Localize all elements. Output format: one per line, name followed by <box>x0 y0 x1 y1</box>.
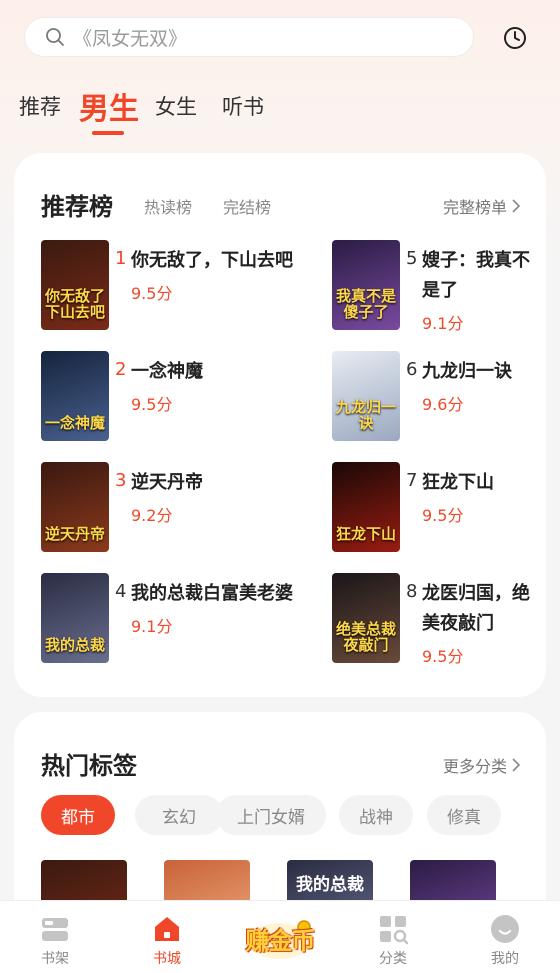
book-score: 9.5分 <box>131 284 173 303</box>
hot-tags-title: 热门标签 <box>41 752 137 780</box>
full-ranking-label: 完整榜单 <box>442 198 507 217</box>
book-title[interactable]: 逆天丹帝 <box>131 468 317 498</box>
ranking-book-item[interactable]: 我真不是 傻子了 5 嫂子：我真不是了 9.1分 <box>332 240 546 333</box>
book-cover[interactable]: 我的总裁 <box>41 573 109 663</box>
ranking-book-item[interactable]: 绝美总裁 夜敲门 8 龙医归国，绝美夜敲门 9.5分 <box>332 573 546 666</box>
nav-bookstore-label: 书城 <box>153 951 181 967</box>
tab-hot-reading[interactable]: 热读榜 <box>144 194 192 218</box>
ranking-book-item[interactable]: 狂龙下山 7 狂龙下山 9.5分 <box>332 462 546 554</box>
active-tab-indicator <box>92 131 124 135</box>
nav-earn-coins[interactable]: 赚金币 <box>240 915 320 963</box>
ranking-book-item[interactable]: 逆天丹帝 3 逆天丹帝 9.2分 <box>41 462 321 554</box>
tab-completed[interactable]: 完结榜 <box>223 194 271 218</box>
book-score: 9.5分 <box>131 395 173 414</box>
bottom-nav: 书架 书城 赚金币 分类 我的 <box>0 900 560 973</box>
search-bar[interactable]: 《凤女无双》 <box>24 17 474 57</box>
tag-chip[interactable]: 战神 <box>339 795 413 835</box>
book-cover[interactable]: 绝美总裁 夜敲门 <box>332 573 400 663</box>
search-icon <box>46 28 64 46</box>
book-cover-title: 狂龙下山 <box>336 525 397 543</box>
book-title[interactable]: 嫂子：我真不是了 <box>422 246 546 306</box>
ranking-book-item[interactable]: 你无敌了 下山去吧 1 你无敌了，下山去吧 9.5分 <box>41 240 321 332</box>
category-icon <box>380 916 409 945</box>
chevron-right-icon <box>512 199 521 213</box>
book-score: 9.2分 <box>131 506 173 525</box>
search-placeholder: 《凤女无双》 <box>73 27 188 50</box>
book-cover[interactable]: 你无敌了 下山去吧 <box>41 240 109 330</box>
book-cover[interactable]: 九龙归一诀 <box>332 351 400 441</box>
ranking-book-item[interactable]: 一念神魔 2 一念神魔 9.5分 <box>41 351 321 443</box>
more-categories-link[interactable]: 更多分类 <box>443 753 521 777</box>
book-rank-number: 7 <box>406 470 418 491</box>
book-cover-title: 九龙归一诀 <box>336 398 397 432</box>
book-rank-number: 3 <box>115 470 127 491</box>
ranking-book-item[interactable]: 我的总裁 4 我的总裁白富美老婆 9.1分 <box>41 573 321 665</box>
tag-chip[interactable]: 修真 <box>427 795 501 835</box>
tag-list: 都市 玄幻 上门女婿 战神 修真 <box>41 795 546 835</box>
book-rank-number: 6 <box>406 359 418 380</box>
book-score: 9.5分 <box>422 647 464 666</box>
book-cover[interactable]: 一念神魔 <box>41 351 109 441</box>
book-cover[interactable]: 狂龙下山 <box>332 462 400 552</box>
book-cover[interactable]: 逆天丹帝 <box>41 462 109 552</box>
tab-audiobook[interactable]: 听书 <box>222 91 264 121</box>
nav-bookshelf-label: 书架 <box>41 951 69 967</box>
profile-icon <box>491 915 519 943</box>
tag-chip[interactable]: 玄幻 <box>135 795 223 835</box>
book-cover-title: 一念神魔 <box>45 414 106 432</box>
nav-category[interactable]: 分类 <box>353 901 433 973</box>
top-bar: 《凤女无双》 <box>24 17 560 57</box>
earn-coins-label: 赚金币 <box>245 927 316 955</box>
nav-bookstore[interactable]: 书城 <box>127 901 207 973</box>
book-score: 9.1分 <box>422 314 464 333</box>
ranking-book-item[interactable]: 九龙归一诀 6 九龙归一诀 9.6分 <box>332 351 546 443</box>
book-title[interactable]: 龙医归国，绝美夜敲门 <box>422 579 546 639</box>
nav-category-label: 分类 <box>379 951 407 967</box>
ranking-title[interactable]: 推荐榜 <box>41 187 113 222</box>
nav-profile-label: 我的 <box>491 951 519 967</box>
book-rank-number: 2 <box>115 359 127 380</box>
book-title[interactable]: 九龙归一诀 <box>422 357 546 387</box>
book-title[interactable]: 一念神魔 <box>131 357 317 387</box>
ranking-header: 推荐榜 热读榜 完结榜 完整榜单 <box>41 187 521 222</box>
book-cover-title: 你无敌了 下山去吧 <box>45 287 106 321</box>
book-score: 9.5分 <box>422 506 464 525</box>
book-title[interactable]: 狂龙下山 <box>422 468 546 498</box>
nav-profile[interactable]: 我的 <box>465 901 545 973</box>
book-rank-number: 8 <box>406 581 418 602</box>
book-cover[interactable]: 我真不是 傻子了 <box>332 240 400 330</box>
tag-book-cover-title: 我的总裁 <box>296 875 364 895</box>
book-rank-number: 5 <box>406 248 418 269</box>
book-cover-title: 我真不是 傻子了 <box>336 287 397 321</box>
book-rank-number: 1 <box>115 248 127 269</box>
book-cover-title: 逆天丹帝 <box>45 525 106 543</box>
tag-chip[interactable]: 都市 <box>41 795 115 835</box>
bookstore-icon <box>155 917 179 941</box>
ranking-card: 推荐榜 热读榜 完结榜 完整榜单 你无敌了 下山去吧 1 你无敌了，下山去吧 9.5分… <box>14 153 546 697</box>
book-rank-number: 4 <box>115 581 127 602</box>
more-categories-label: 更多分类 <box>442 757 507 776</box>
book-cover-title: 我的总裁 <box>45 636 106 654</box>
tab-female[interactable]: 女生 <box>155 91 197 121</box>
nav-bookshelf[interactable]: 书架 <box>15 901 95 973</box>
book-cover-title: 绝美总裁 夜敲门 <box>336 620 397 654</box>
hot-tags-header: 热门标签 更多分类 <box>41 746 521 780</box>
bookshelf-icon <box>42 918 68 941</box>
book-title[interactable]: 我的总裁白富美老婆 <box>131 579 317 609</box>
chevron-right-icon <box>512 758 521 772</box>
book-score: 9.1分 <box>131 617 173 636</box>
tag-chip[interactable]: 上门女婿 <box>216 795 326 835</box>
tab-recommend[interactable]: 推荐 <box>19 91 61 121</box>
book-title[interactable]: 你无敌了，下山去吧 <box>131 246 317 276</box>
history-icon[interactable] <box>502 25 528 51</box>
book-score: 9.6分 <box>422 395 464 414</box>
tab-male[interactable]: 男生 <box>79 84 139 128</box>
full-ranking-link[interactable]: 完整榜单 <box>443 194 521 218</box>
